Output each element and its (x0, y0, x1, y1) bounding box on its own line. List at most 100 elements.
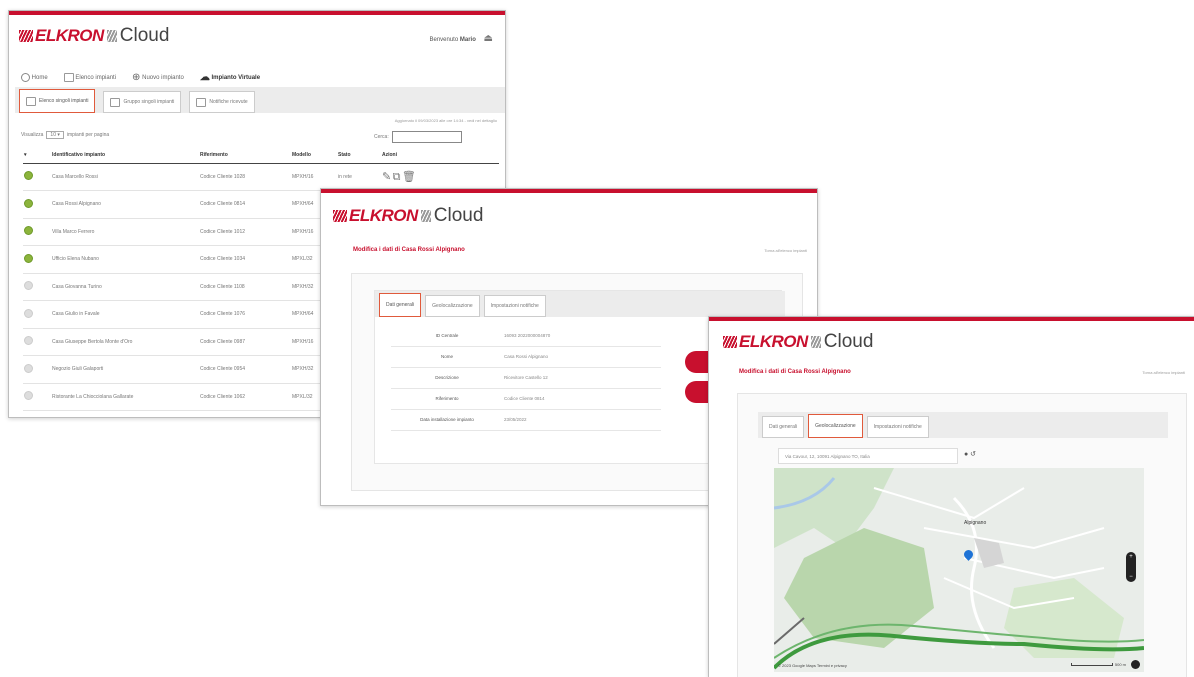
update-info: Aggiornato il 09/03/2023 alle ore 14:34 … (394, 118, 497, 123)
table-row[interactable]: Casa Marcello Rossi Codice Cliente 1028 MP… (23, 163, 499, 191)
plant-name[interactable]: Casa Giovanna Turino (51, 273, 199, 301)
plant-name[interactable]: Casa Rossi Alpignano (51, 191, 199, 219)
accent-bar (321, 189, 817, 193)
edit-tabs: Dati generali Geolocalizzazione Impostaz… (758, 412, 1168, 438)
tab-single-plants[interactable]: Elenco singoli impianti (19, 89, 96, 113)
field-row: Nome Casa Rossi Alpignano (391, 346, 661, 367)
copy-icon[interactable]: ⧉ (393, 171, 401, 183)
column-status[interactable]: Stato (337, 147, 381, 163)
locate-controls[interactable]: ● ↺ (964, 450, 976, 458)
edit-panel: Dati generali Geolocalizzazione Impostaz… (737, 393, 1187, 677)
elkron-logo: ELKRON Cloud (723, 331, 873, 353)
home-icon (21, 73, 30, 82)
nav-virtual-plant[interactable]: ☁ Impianto Virtuale (200, 72, 260, 83)
status-indicator-icon (23, 328, 51, 356)
accent-bar (709, 317, 1194, 321)
field-label: Data installazione impianto (420, 417, 474, 422)
status-indicator-icon (23, 191, 51, 219)
tab-geolocation[interactable]: Geolocalizzazione (425, 295, 480, 317)
plant-reference: Codice Cliente 0987 (200, 338, 246, 345)
fullscreen-icon[interactable] (1131, 660, 1140, 669)
plant-reference: Codice Cliente 1108 (200, 283, 245, 290)
town-label: Alpignano (964, 520, 987, 526)
plant-name[interactable]: Villa Marco Ferrero (51, 218, 199, 246)
column-actions: Azioni (382, 151, 397, 158)
plant-reference: Codice Cliente 0954 (200, 366, 246, 373)
list-icon (26, 96, 36, 106)
zoom-control[interactable]: + − (1126, 552, 1136, 582)
status-indicator-icon (23, 273, 51, 301)
list-icon (63, 73, 74, 82)
map-scale: 500 m (1070, 662, 1126, 667)
field-value[interactable]: Codice Cliente 0814 (503, 388, 661, 409)
page-title: Modifica i dati di Casa Rossi Alpignano (739, 369, 851, 375)
cloud-upload-icon: ☁ (199, 72, 210, 83)
logout-icon[interactable]: ⏏ (484, 33, 493, 44)
tab-notifications[interactable]: Notifiche ricevute (189, 91, 255, 113)
field-value[interactable]: Casa Rossi Alpignano (503, 346, 661, 367)
plant-name[interactable]: Ufficio Elena Nubano (51, 246, 199, 274)
plant-reference: Codice Cliente 1034 (200, 256, 246, 263)
column-model[interactable]: Modello (291, 147, 337, 163)
tab-general-data[interactable]: Dati generali (762, 416, 805, 438)
address-field[interactable]: Via Cavour, 12, 10091 Alpignano TO, Ital… (778, 448, 958, 464)
field-label: ID Centrale (435, 332, 459, 338)
edit-tabs: Dati generali Geolocalizzazione Impostaz… (375, 291, 785, 317)
field-row: Descrizione Ricevitore Castello 12 (391, 367, 661, 388)
tab-notification-settings[interactable]: Impostazioni notifiche (866, 416, 929, 438)
field-value[interactable]: 23/05/2022 (503, 409, 661, 430)
field-label: Riferimento (435, 396, 459, 401)
plant-name[interactable]: Negozio Giuli Galaporti (51, 356, 199, 384)
page-size-control: Visualizza 10 ▾ impianti per pagina (21, 131, 110, 139)
nav-plant-list[interactable]: Elenco impianti (63, 73, 116, 82)
search-input[interactable] (391, 131, 462, 143)
delete-icon[interactable]: 🗑 (402, 171, 416, 183)
nav-home[interactable]: Home (21, 73, 48, 82)
page-title: Modifica i dati di Casa Rossi Alpignano (353, 247, 465, 253)
plant-reference: Codice Cliente 1012 (200, 228, 246, 235)
plant-name[interactable]: Casa Giulio in Favale (51, 301, 199, 329)
tab-notification-settings[interactable]: Impostazioni notifiche (483, 295, 546, 317)
group-icon (110, 97, 121, 107)
field-label: Descrizione (435, 375, 459, 380)
back-to-list-link[interactable]: Torna all'elenco impianti (1142, 370, 1185, 375)
plant-name[interactable]: Casa Marcello Rossi (51, 163, 199, 191)
status-indicator-icon (23, 383, 51, 411)
field-row: Data installazione impianto 23/05/2022 (391, 409, 661, 430)
field-value[interactable]: Ricevitore Castello 12 (503, 367, 661, 388)
back-to-list-link[interactable]: Torna all'elenco impianti (764, 248, 807, 253)
plant-reference: Codice Cliente 1028 (200, 173, 246, 180)
general-fields: ID Centrale 16093 2022000004870 Nome Casa R… (391, 325, 661, 431)
row-actions: ✎ ⧉ 🗑 (381, 163, 499, 191)
accent-bar (9, 11, 505, 15)
field-value[interactable]: 16093 2022000004870 (503, 325, 661, 346)
field-row: Riferimento Codice Cliente 0814 (391, 388, 661, 409)
column-name[interactable]: Identificativo impianto (51, 147, 199, 163)
plant-name[interactable]: Casa Giuseppe Bertola Monte d'Oro (51, 328, 199, 356)
plant-reference: Codice Cliente 0814 (200, 201, 246, 208)
table-header: ▾ Identificativo impianto Riferimento Mo… (23, 147, 499, 163)
map[interactable]: Alpignano + − © 2023 Google Maps Termini … (774, 468, 1144, 672)
tab-geolocation[interactable]: Geolocalizzazione (808, 414, 863, 438)
plant-reference: Codice Cliente 1076 (200, 311, 246, 318)
tab-general-data[interactable]: Dati generali (379, 293, 422, 317)
welcome-text: Benvenuto Mario ⏏ (429, 33, 493, 44)
nav-new-plant[interactable]: ⊕ Nuovo impianto (132, 72, 184, 83)
plant-reference: Codice Cliente 1062 (200, 393, 246, 400)
status-indicator-icon (23, 218, 51, 246)
plant-name[interactable]: Ristorante La Chiocciolana Gallarate (51, 383, 199, 411)
elkron-logo: ELKRON Cloud (333, 205, 483, 227)
plant-status: in rete (338, 173, 352, 180)
column-reference[interactable]: Riferimento (199, 147, 291, 163)
tab-plant-groups[interactable]: Gruppo singoli impianti (103, 91, 182, 113)
edit-icon[interactable]: ✎ (382, 171, 391, 183)
search-control: Cerca: (374, 131, 462, 143)
status-indicator-icon (23, 163, 51, 191)
field-row: ID Centrale 16093 2022000004870 (391, 325, 661, 346)
field-label: Nome (440, 354, 453, 359)
page-size-select[interactable]: 10 ▾ (46, 131, 64, 139)
plant-tabs: Elenco singoli impianti Gruppo singoli i… (15, 87, 505, 113)
status-indicator-icon (23, 301, 51, 329)
column-select: ▾ (24, 151, 27, 158)
top-nav: Home Elenco impianti ⊕ Nuovo impianto ☁ … (21, 72, 260, 83)
